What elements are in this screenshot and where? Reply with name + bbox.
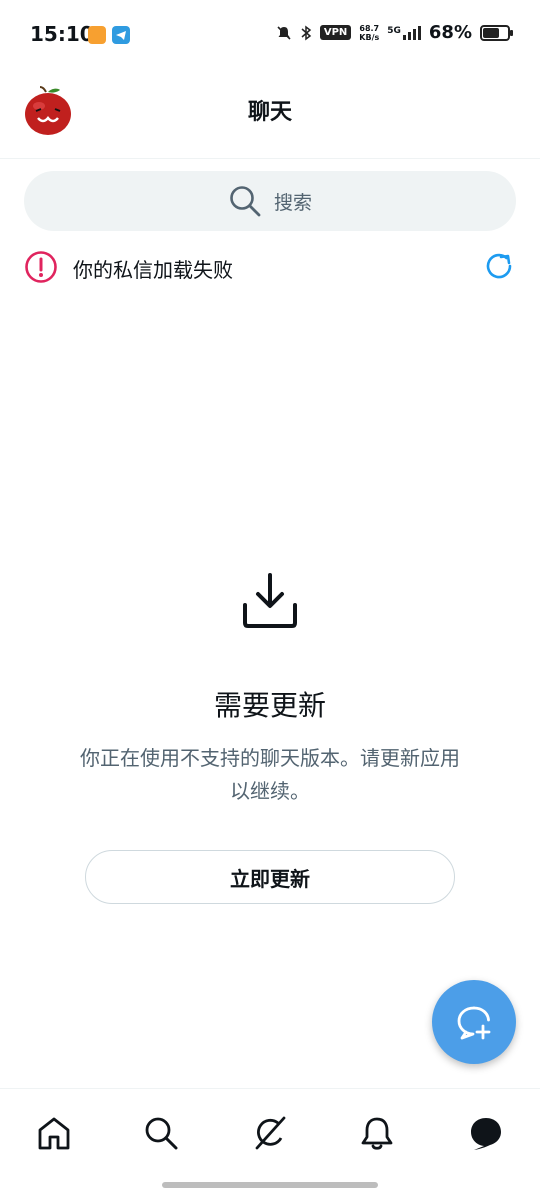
- nav-grok[interactable]: [250, 1113, 290, 1153]
- nav-search[interactable]: [141, 1113, 181, 1153]
- update-now-button[interactable]: 立即更新: [85, 850, 455, 904]
- search-icon: [230, 186, 261, 217]
- status-time: 15:10: [30, 22, 94, 46]
- error-message: 你的私信加载失败: [73, 258, 233, 282]
- empty-state-title: 需要更新: [213, 689, 326, 722]
- network-type: 5G: [387, 25, 401, 36]
- status-indicators: VPN 68.7 KB/s 5G 68%: [276, 22, 513, 43]
- net-speed-value: 68.7: [359, 23, 380, 33]
- refresh-icon[interactable]: [482, 249, 516, 283]
- nav-home[interactable]: [34, 1113, 74, 1153]
- alert-circle-icon: [25, 251, 57, 283]
- new-message-button[interactable]: [432, 980, 516, 1064]
- bell-icon: [361, 1117, 393, 1150]
- download-icon: [243, 573, 297, 628]
- empty-state-description: 你正在使用不支持的聊天版本。请更新应用以继续。: [80, 746, 460, 803]
- battery-icon: [480, 24, 513, 41]
- bluetooth-icon: [301, 25, 312, 40]
- signal-icon: 5G: [387, 25, 421, 40]
- telegram-icon: [112, 26, 130, 44]
- nav-notifications[interactable]: [357, 1113, 397, 1153]
- home-indicator[interactable]: [162, 1182, 378, 1188]
- search-placeholder: 搜索: [273, 191, 312, 214]
- net-speed: 68.7 KB/s: [359, 24, 379, 42]
- vpn-badge: VPN: [319, 25, 352, 40]
- load-error-banner: 你的私信加载失败: [24, 248, 516, 288]
- app-notification-icon: [88, 26, 106, 44]
- page-title: 聊天: [247, 100, 292, 125]
- chat-bubble-icon: [471, 1118, 501, 1150]
- status-bar: 15:10 VPN 68.7 KB/s 5G 68%: [0, 0, 540, 70]
- grok-icon: [255, 1116, 286, 1150]
- search-icon: [145, 1117, 178, 1150]
- mute-icon: [277, 25, 291, 40]
- home-icon: [38, 1117, 70, 1150]
- new-message-icon: [457, 1006, 491, 1040]
- net-speed-unit: KB/s: [359, 32, 380, 42]
- search-bar[interactable]: 搜索: [24, 171, 516, 231]
- top-bar: 聊天: [0, 70, 540, 159]
- nav-messages[interactable]: [466, 1113, 506, 1153]
- battery-percent: 68%: [428, 22, 472, 43]
